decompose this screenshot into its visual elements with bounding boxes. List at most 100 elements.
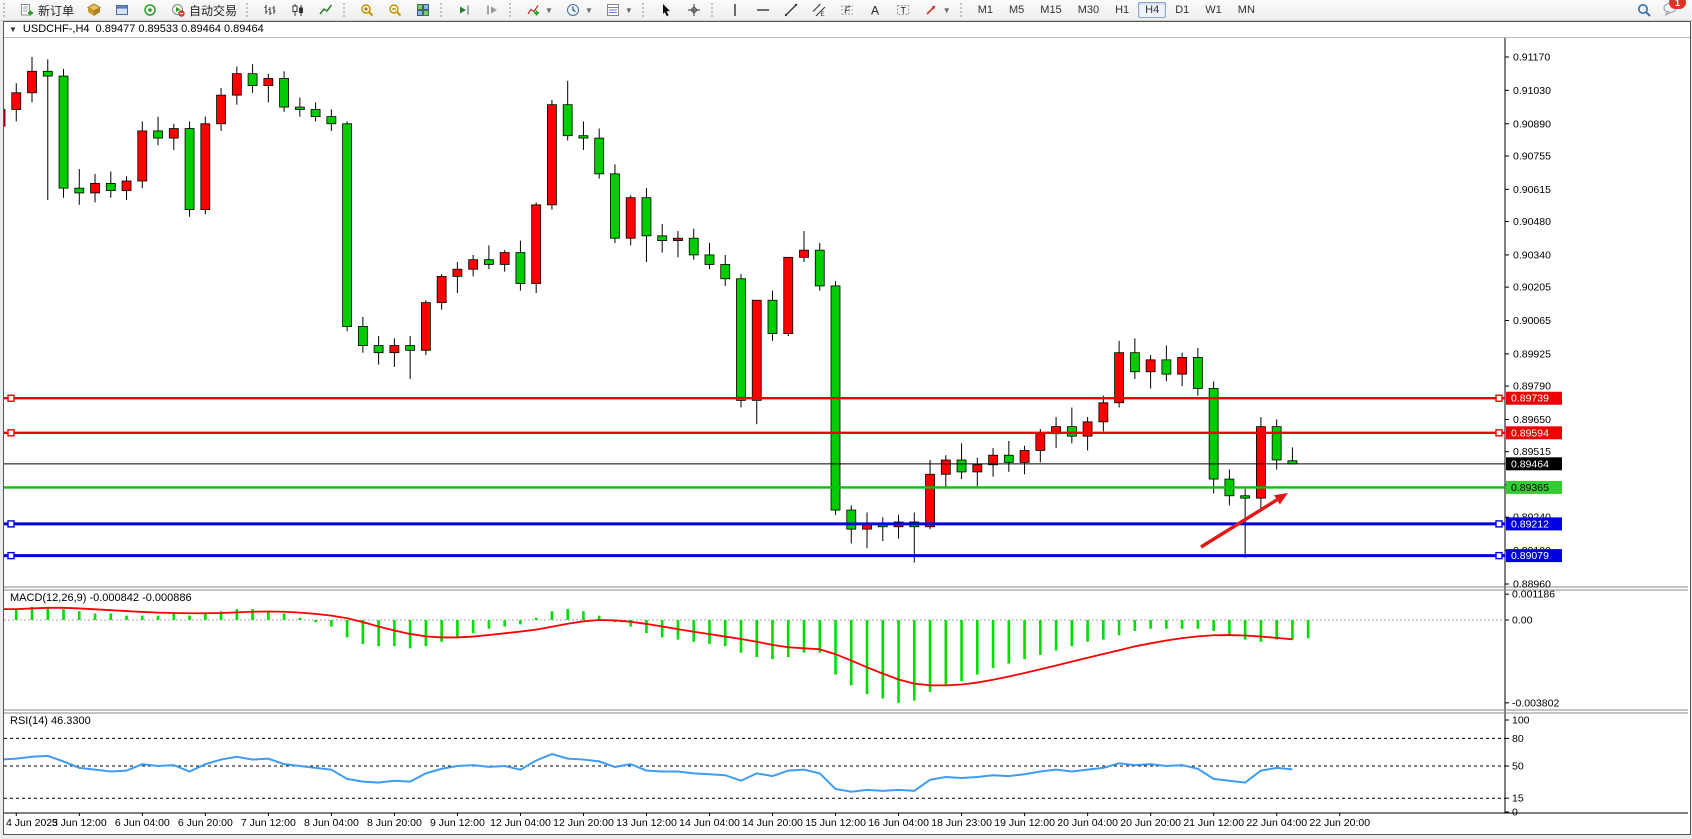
- svg-text:7 Jun 12:00: 7 Jun 12:00: [241, 817, 296, 829]
- channel-icon: E: [811, 2, 827, 18]
- svg-text:E: E: [820, 12, 824, 17]
- chart-quotes: 0.89477 0.89533 0.89464 0.89464: [96, 22, 264, 37]
- timeframe-m15-button[interactable]: M15: [1033, 2, 1068, 18]
- chevron-down-icon: ▼: [545, 6, 553, 15]
- strategy-tester-button[interactable]: [136, 0, 164, 20]
- line-handle[interactable]: [8, 553, 14, 559]
- svg-text:0: 0: [1512, 807, 1518, 819]
- search-icon[interactable]: [1636, 2, 1652, 18]
- toolbar-grip: [440, 3, 447, 17]
- svg-text:80: 80: [1512, 733, 1524, 745]
- metaeditor-icon: [86, 2, 102, 18]
- chart-window: ▼ USDCHF-,H4 0.89477 0.89533 0.89464 0.8…: [3, 21, 1691, 835]
- notifications-button[interactable]: 1: [1662, 1, 1678, 19]
- toolbar-grip: [960, 3, 967, 17]
- arrows-tool-button[interactable]: ▼: [917, 0, 957, 20]
- chart-title-bar[interactable]: ▼ USDCHF-,H4 0.89477 0.89533 0.89464 0.8…: [4, 22, 1690, 38]
- symbol-dropdown-icon[interactable]: ▼: [9, 22, 17, 37]
- svg-text:0.89515: 0.89515: [1513, 446, 1551, 458]
- vertical-line-tool-button[interactable]: [721, 0, 749, 20]
- svg-text:14 Jun 04:00: 14 Jun 04:00: [679, 817, 740, 829]
- timeframe-h4-button[interactable]: H4: [1138, 2, 1166, 18]
- metaeditor-button[interactable]: [80, 0, 108, 20]
- channel-tool-button[interactable]: E: [805, 0, 833, 20]
- timeframe-m5-button[interactable]: M5: [1002, 2, 1031, 18]
- svg-text:A: A: [871, 4, 879, 18]
- toolbar-grip: [246, 3, 253, 17]
- line-handle[interactable]: [8, 521, 14, 527]
- timeframe-w1-button[interactable]: W1: [1198, 2, 1229, 18]
- svg-text:F: F: [844, 5, 850, 15]
- svg-text:0.91170: 0.91170: [1513, 52, 1550, 64]
- timeframe-d1-button[interactable]: D1: [1168, 2, 1196, 18]
- svg-text:13 Jun 12:00: 13 Jun 12:00: [616, 817, 677, 829]
- market-watch-icon: [114, 2, 130, 18]
- templates-button[interactable]: ▼: [599, 0, 639, 20]
- new-order-icon: [19, 2, 35, 18]
- line-handle[interactable]: [8, 395, 14, 401]
- fibonacci-tool-button[interactable]: F: [833, 0, 861, 20]
- svg-text:22 Jun 20:00: 22 Jun 20:00: [1309, 817, 1370, 829]
- line-handle[interactable]: [8, 430, 14, 436]
- candlestick-mode-button[interactable]: [284, 0, 312, 20]
- bar-chart-mode-button[interactable]: [256, 0, 284, 20]
- auto-trading-label: 自动交易: [189, 2, 237, 19]
- svg-text:20 Jun 20:00: 20 Jun 20:00: [1120, 817, 1181, 829]
- cursor-tool-button[interactable]: [652, 0, 680, 20]
- auto-trading-icon: [170, 2, 186, 18]
- svg-text:5 Jun 12:00: 5 Jun 12:00: [52, 817, 107, 829]
- new-order-label: 新订单: [38, 2, 74, 19]
- chart-shift-button[interactable]: [478, 0, 506, 20]
- svg-text:6 Jun 20:00: 6 Jun 20:00: [178, 817, 233, 829]
- zoom-in-icon: [359, 2, 375, 18]
- auto-scroll-button[interactable]: [450, 0, 478, 20]
- auto-trading-button[interactable]: 自动交易: [164, 0, 243, 21]
- timeframe-m30-button[interactable]: M30: [1071, 2, 1106, 18]
- svg-text:9 Jun 12:00: 9 Jun 12:00: [430, 817, 485, 829]
- zoom-out-icon: [387, 2, 403, 18]
- line-handle[interactable]: [1496, 553, 1502, 559]
- auto-scroll-icon: [456, 2, 472, 18]
- svg-text:16 Jun 04:00: 16 Jun 04:00: [868, 817, 929, 829]
- indicators-button[interactable]: ▼: [519, 0, 559, 20]
- line-handle[interactable]: [1496, 521, 1502, 527]
- timeframe-h1-button[interactable]: H1: [1108, 2, 1136, 18]
- line-handle[interactable]: [1496, 395, 1502, 401]
- bar-chart-icon: [262, 2, 278, 18]
- market-watch-button[interactable]: [108, 0, 136, 20]
- chevron-down-icon: ▼: [943, 6, 951, 15]
- svg-text:21 Jun 12:00: 21 Jun 12:00: [1183, 817, 1244, 829]
- line-handle[interactable]: [1496, 430, 1502, 436]
- chevron-down-icon: ▼: [585, 6, 593, 15]
- label-icon: T: [895, 2, 911, 18]
- crosshair-icon: [686, 2, 702, 18]
- svg-text:0.89079: 0.89079: [1511, 550, 1549, 562]
- svg-text:0.90065: 0.90065: [1513, 315, 1551, 327]
- label-tool-button[interactable]: T: [889, 0, 917, 20]
- rsi-label: RSI(14) 46.3300: [10, 715, 91, 727]
- svg-text:18 Jun 23:00: 18 Jun 23:00: [931, 817, 992, 829]
- timeframe-mn-button[interactable]: MN: [1231, 2, 1262, 18]
- zoom-out-button[interactable]: [381, 0, 409, 20]
- fibonacci-icon: F: [839, 2, 855, 18]
- new-order-button[interactable]: 新订单: [13, 0, 80, 21]
- chart-canvas[interactable]: 0.911700.910300.908900.907550.906150.904…: [4, 38, 1688, 833]
- periods-button[interactable]: ▼: [559, 0, 599, 20]
- cursor-icon: [658, 2, 674, 18]
- text-tool-button[interactable]: A: [861, 0, 889, 20]
- timeframe-m1-button[interactable]: M1: [971, 2, 1000, 18]
- zoom-in-button[interactable]: [353, 0, 381, 20]
- trendline-tool-button[interactable]: [777, 0, 805, 20]
- svg-text:0.89925: 0.89925: [1513, 348, 1551, 360]
- svg-text:8 Jun 20:00: 8 Jun 20:00: [367, 817, 422, 829]
- svg-text:20 Jun 04:00: 20 Jun 04:00: [1057, 817, 1118, 829]
- horizontal-line-tool-button[interactable]: [749, 0, 777, 20]
- svg-text:12 Jun 20:00: 12 Jun 20:00: [553, 817, 614, 829]
- svg-text:T: T: [900, 6, 906, 16]
- line-chart-mode-button[interactable]: [312, 0, 340, 20]
- chart-shift-icon: [484, 2, 500, 18]
- svg-text:6 Jun 04:00: 6 Jun 04:00: [115, 817, 170, 829]
- crosshair-tool-button[interactable]: [680, 0, 708, 20]
- svg-text:0.001186: 0.001186: [1512, 589, 1555, 601]
- tile-windows-button[interactable]: [409, 0, 437, 20]
